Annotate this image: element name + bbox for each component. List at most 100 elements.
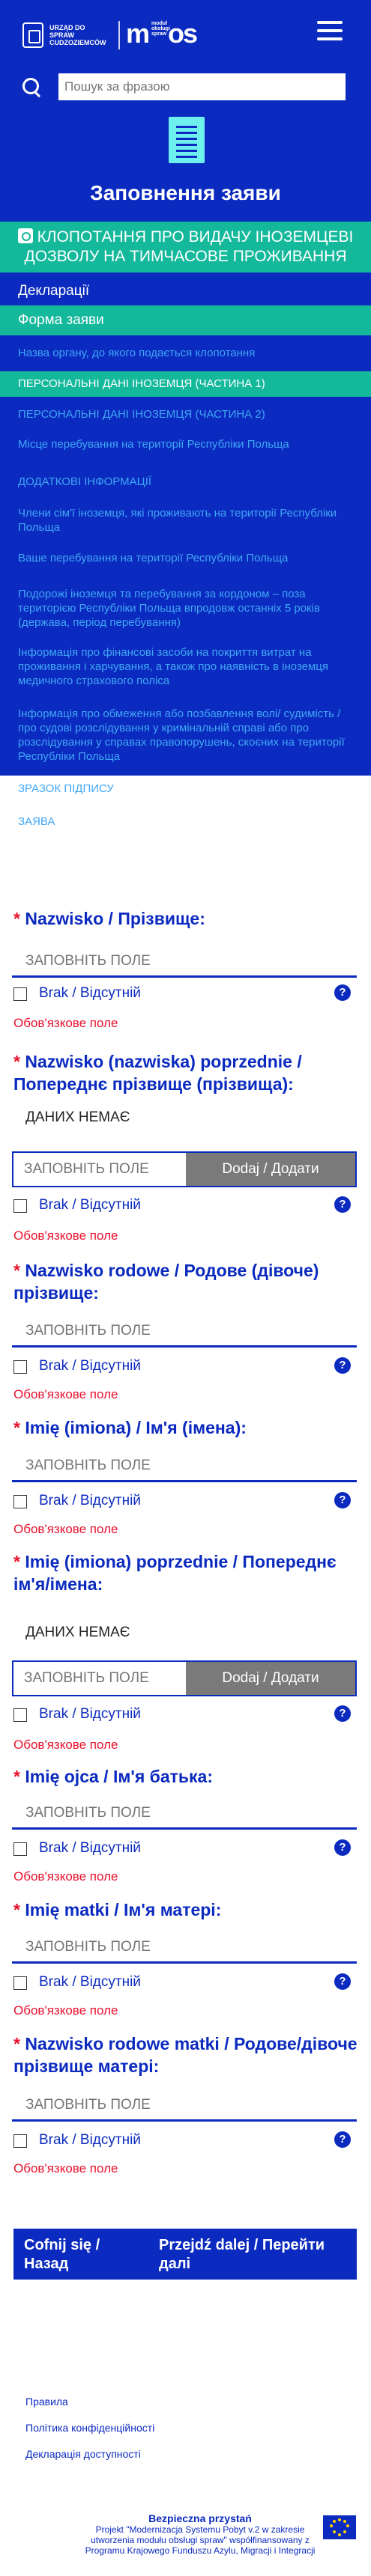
- nav-sub-authority[interactable]: Назва органу, до якого подається клопота…: [0, 335, 371, 371]
- surname-label: * Nazwisko / Прізвище:: [13, 909, 205, 928]
- application-icon: [17, 228, 33, 243]
- funding-note: Bezpieczna przystań Projekt "Modernizacj…: [80, 2513, 320, 2556]
- search-input[interactable]: [58, 73, 346, 100]
- family-name-input[interactable]: [12, 1316, 357, 1348]
- menu-icon[interactable]: [317, 21, 343, 40]
- family-name-absent-row: Brak / Відсутній ?: [13, 1357, 358, 1377]
- eu-flag-icon: [323, 2515, 356, 2539]
- footer-links: Правила Політика конфіденційності Деклар…: [25, 2396, 154, 2474]
- mother-family-name-input[interactable]: [12, 2090, 357, 2122]
- surname-absent-checkbox[interactable]: [13, 987, 27, 1001]
- nav-sub-signature-sample[interactable]: ЗРАЗОК ПІДПИСУ: [0, 777, 371, 810]
- emblem-icon: [22, 22, 43, 48]
- father-name-input[interactable]: [12, 1798, 357, 1830]
- prev-first-name-label: * Imię (imiona) poprzednie / Попереднє і…: [13, 1552, 337, 1594]
- mother-name-absent-row: Brak / Відсутній ?: [13, 1973, 358, 1993]
- header: URZĄD DO SPRAW CUDZOZIEMCÓW m moduł obsłu…: [0, 0, 371, 859]
- form-step-navigation: Cofnij się / Назад Przejdź dalej / Перей…: [13, 2229, 357, 2280]
- prev-first-name-input[interactable]: [13, 1662, 186, 1695]
- nav-declarations[interactable]: Декларації: [0, 277, 371, 305]
- father-name-absent-row: Brak / Відсутній ?: [13, 1839, 358, 1859]
- funding-title: Bezpieczna przystań: [148, 2512, 252, 2524]
- mother-name-absent-label: Brak / Відсутній: [39, 1974, 141, 1990]
- nav-sub-your-stay[interactable]: Ваше перебування на території Республіки…: [0, 546, 371, 582]
- surname-input[interactable]: [12, 946, 357, 978]
- prev-surname-add-button[interactable]: Dodaj / Додати: [186, 1153, 355, 1186]
- first-name-absent-label: Brak / Відсутній: [39, 1493, 141, 1508]
- udsc-logo[interactable]: URZĄD DO SPRAW CUDZOZIEMCÓW: [22, 22, 108, 48]
- father-name-absent-checkbox[interactable]: [13, 1842, 27, 1856]
- first-name-label: * Imię (imiona) / Ім'я (імена):: [13, 1418, 247, 1437]
- top-bar: URZĄD DO SPRAW CUDZOZIEMCÓW m moduł obsłu…: [0, 0, 371, 67]
- application-type-banner: КЛОПОТАННЯ ПРО ВИДАЧУ ІНОЗЕМЦЕВІ ДОЗВОЛУ…: [0, 222, 371, 272]
- surname-absent-row: Brak / Відсутній ?: [13, 984, 358, 1004]
- prev-first-name-required-message: Обов'язкове поле: [13, 1738, 118, 1752]
- nav-sub-financial-means[interactable]: Інформація про фінансові засоби на покри…: [0, 641, 371, 702]
- prev-first-name-absent-label: Brak / Відсутній: [39, 1706, 141, 1722]
- help-icon[interactable]: ?: [334, 984, 351, 1001]
- first-name-required-message: Обов'язкове поле: [13, 1522, 118, 1536]
- help-icon[interactable]: ?: [334, 1705, 351, 1722]
- help-icon[interactable]: ?: [334, 1839, 351, 1856]
- prev-surname-label: * Nazwisko (nazwiska) poprzednie / Попер…: [13, 1052, 302, 1094]
- page-title: Заповнення заяви: [90, 181, 281, 204]
- nav-application-form[interactable]: Форма заяви: [0, 305, 371, 335]
- prev-surname-input[interactable]: [13, 1153, 186, 1186]
- prev-surname-no-data: ДАНИХ НЕМАЄ: [25, 1109, 130, 1125]
- mother-name-absent-checkbox[interactable]: [13, 1976, 27, 1990]
- help-icon[interactable]: ?: [334, 1973, 351, 1990]
- prev-surname-required-message: Обов'язкове поле: [13, 1228, 118, 1243]
- nav-sub-additional-info[interactable]: ДОДАТКОВІ ІНФОРМАЦІЇ: [0, 470, 371, 502]
- surname-absent-label: Brak / Відсутній: [39, 985, 141, 1001]
- father-name-absent-label: Brak / Відсутній: [39, 1840, 141, 1856]
- prev-first-name-absent-checkbox[interactable]: [13, 1708, 27, 1722]
- father-name-label: * Imię ojca / Ім'я батька:: [13, 1767, 213, 1786]
- funding-text: Projekt "Modernizacja Systemu Pobyt v.2 …: [85, 2524, 316, 2556]
- first-name-absent-checkbox[interactable]: [13, 1495, 27, 1508]
- search-bar: [0, 73, 371, 103]
- prev-surname-absent-row: Brak / Відсутній ?: [13, 1196, 358, 1216]
- prev-first-name-no-data: ДАНИХ НЕМАЄ: [25, 1625, 130, 1640]
- prev-surname-absent-label: Brak / Відсутній: [39, 1197, 141, 1213]
- nav-sub-criminal-record[interactable]: Інформація про обмеження або позбавлення…: [0, 702, 371, 777]
- application-type-title: КЛОПОТАННЯ ПРО ВИДАЧУ ІНОЗЕМЦЕВІ ДОЗВОЛУ…: [24, 228, 354, 265]
- nav-sub-personal-data-2[interactable]: ПЕРСОНАЛЬНІ ДАНІ ІНОЗЕМЦЯ (ЧАСТИНА 2): [0, 397, 371, 431]
- footer-link-privacy[interactable]: Політика конфіденційності: [25, 2422, 154, 2434]
- family-name-absent-label: Brak / Відсутній: [39, 1358, 141, 1374]
- help-icon[interactable]: ?: [334, 1196, 351, 1213]
- footer-link-rules[interactable]: Правила: [25, 2396, 154, 2408]
- mother-name-required-message: Обов'язкове поле: [13, 2003, 118, 2018]
- family-name-absent-checkbox[interactable]: [13, 1360, 27, 1374]
- help-icon[interactable]: ?: [334, 2131, 351, 2148]
- help-icon[interactable]: ?: [334, 1357, 351, 1374]
- nav-sub-family-members[interactable]: Члени сім'ї іноземця, які проживають на …: [0, 502, 371, 546]
- prev-first-name-add-row: Dodaj / Додати: [12, 1660, 357, 1696]
- logo-divider: [118, 21, 120, 49]
- mother-name-input[interactable]: [12, 1932, 357, 1964]
- form-navigation: Декларації Форма заяви Назва органу, до …: [0, 277, 371, 864]
- mos-logo-subtitle: moduł obsługi spraw: [151, 21, 170, 37]
- family-name-label: * Nazwisko rodowe / Родове (дівоче) пріз…: [13, 1261, 319, 1303]
- first-name-absent-row: Brak / Відсутній ?: [13, 1492, 358, 1511]
- mother-family-name-absent-checkbox[interactable]: [13, 2134, 27, 2148]
- nav-sub-travels[interactable]: Подорожі іноземця та перебування за корд…: [0, 582, 371, 641]
- prev-surname-add-row: Dodaj / Додати: [12, 1151, 357, 1187]
- help-icon[interactable]: ?: [334, 1492, 351, 1508]
- nav-sub-personal-data-1[interactable]: ПЕРСОНАЛЬНІ ДАНІ ІНОЗЕМЦЯ (ЧАСТИНА 1): [0, 371, 371, 397]
- search-icon[interactable]: [22, 78, 42, 97]
- surname-required-message: Обов'язкове поле: [13, 1016, 118, 1030]
- first-name-input[interactable]: [12, 1451, 357, 1482]
- mother-family-name-absent-row: Brak / Відсутній ?: [13, 2131, 358, 2151]
- prev-surname-absent-checkbox[interactable]: [13, 1199, 27, 1213]
- next-button[interactable]: Przejdź dalej / Перейти далі: [159, 2229, 346, 2274]
- mos-logo-letter-m: m: [126, 18, 150, 49]
- footer-link-accessibility[interactable]: Декларація доступності: [25, 2448, 154, 2460]
- back-button[interactable]: Cofnij się / Назад: [24, 2229, 136, 2274]
- nav-sub-statement[interactable]: ЗАЯВА: [0, 810, 371, 838]
- nav-sub-residence-place[interactable]: Місце перебування на території Республік…: [0, 431, 371, 470]
- prev-first-name-add-button[interactable]: Dodaj / Додати: [186, 1662, 355, 1695]
- nav-attachments[interactable]: Додатки до клопотання: [0, 838, 371, 864]
- document-icon: [169, 117, 205, 163]
- mos-logo[interactable]: m moduł obsługi spraw os: [126, 18, 198, 49]
- mother-family-name-label: * Nazwisko rodowe matki / Родове/дівоче …: [13, 2034, 358, 2076]
